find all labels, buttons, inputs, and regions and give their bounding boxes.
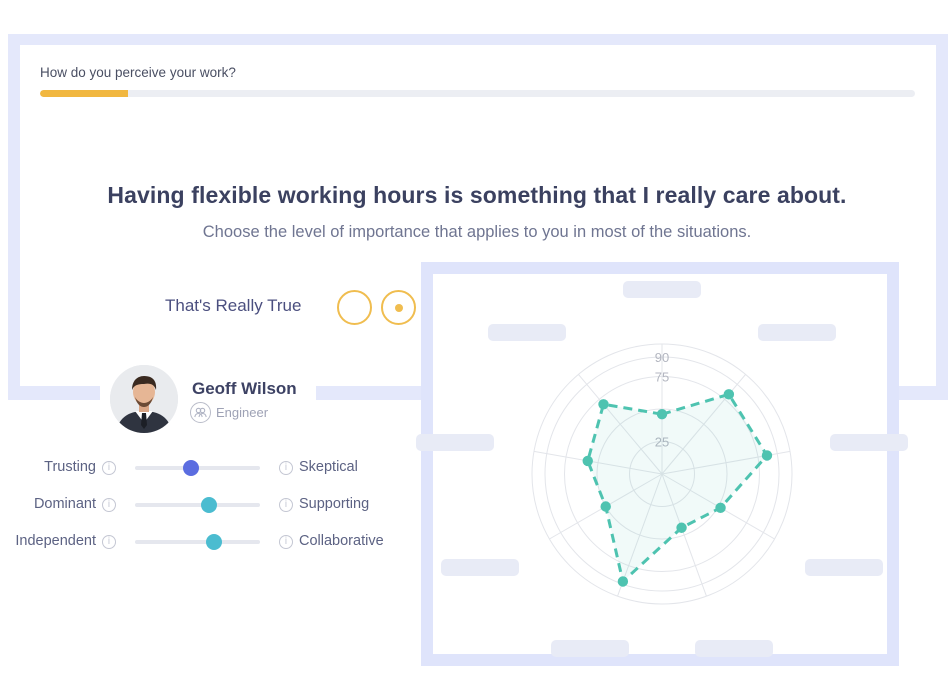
survey-instruction: Choose the level of importance that appl… xyxy=(202,223,752,241)
users-icon xyxy=(190,402,211,423)
radar-ring-label: 90 xyxy=(655,350,669,365)
trait-left-label: Independent xyxy=(15,533,96,549)
info-icon[interactable]: i xyxy=(102,498,116,512)
info-icon[interactable]: i xyxy=(102,535,116,549)
info-icon[interactable]: i xyxy=(279,498,293,512)
profile-role: Engineer xyxy=(216,405,269,420)
trait-left-label: Trusting xyxy=(44,459,96,475)
radar-data-point xyxy=(617,576,629,587)
trait-slider-thumb[interactable] xyxy=(205,534,222,550)
trait-left-label: Dominant xyxy=(33,496,96,512)
radar-data-point xyxy=(715,502,726,513)
profile-name: Geoff Wilson xyxy=(192,379,297,398)
radar-data-point xyxy=(761,450,773,461)
trait-right-label: Collaborative xyxy=(299,533,384,549)
radar-data-point xyxy=(656,409,668,420)
radar-series-polygon xyxy=(586,392,769,584)
survey-progress-fill xyxy=(40,90,128,97)
survey-progress-bar xyxy=(40,90,915,97)
survey-statement: Having flexible working hours is somethi… xyxy=(107,182,847,208)
radar-ring-label: 75 xyxy=(655,370,669,385)
radio-selected-dot xyxy=(394,303,403,312)
info-icon[interactable]: i xyxy=(279,461,293,475)
trait-slider-track[interactable] xyxy=(135,534,260,550)
trait-slider-track[interactable] xyxy=(135,460,260,476)
trait-slider-thumb[interactable] xyxy=(183,460,200,476)
radar-chart: 257590 xyxy=(531,343,793,605)
radar-data-point xyxy=(676,522,687,533)
info-icon[interactable]: i xyxy=(102,461,116,475)
radar-data-point xyxy=(723,389,735,400)
radar-data-point xyxy=(598,399,609,410)
trait-slider-track[interactable] xyxy=(135,497,260,513)
answer-radio-option-2[interactable] xyxy=(381,290,416,325)
radar-data-point xyxy=(600,501,611,512)
trait-right-label: Skeptical xyxy=(299,459,358,475)
survey-question-title: How do you perceive your work? xyxy=(40,65,236,80)
info-icon[interactable]: i xyxy=(279,535,293,549)
answer-radio-option-1[interactable] xyxy=(337,290,372,325)
answer-label: That's Really True xyxy=(165,296,302,315)
radar-data-point xyxy=(582,455,593,467)
avatar xyxy=(110,365,178,433)
trait-right-label: Supporting xyxy=(299,496,370,512)
trait-slider-thumb[interactable] xyxy=(200,497,217,513)
